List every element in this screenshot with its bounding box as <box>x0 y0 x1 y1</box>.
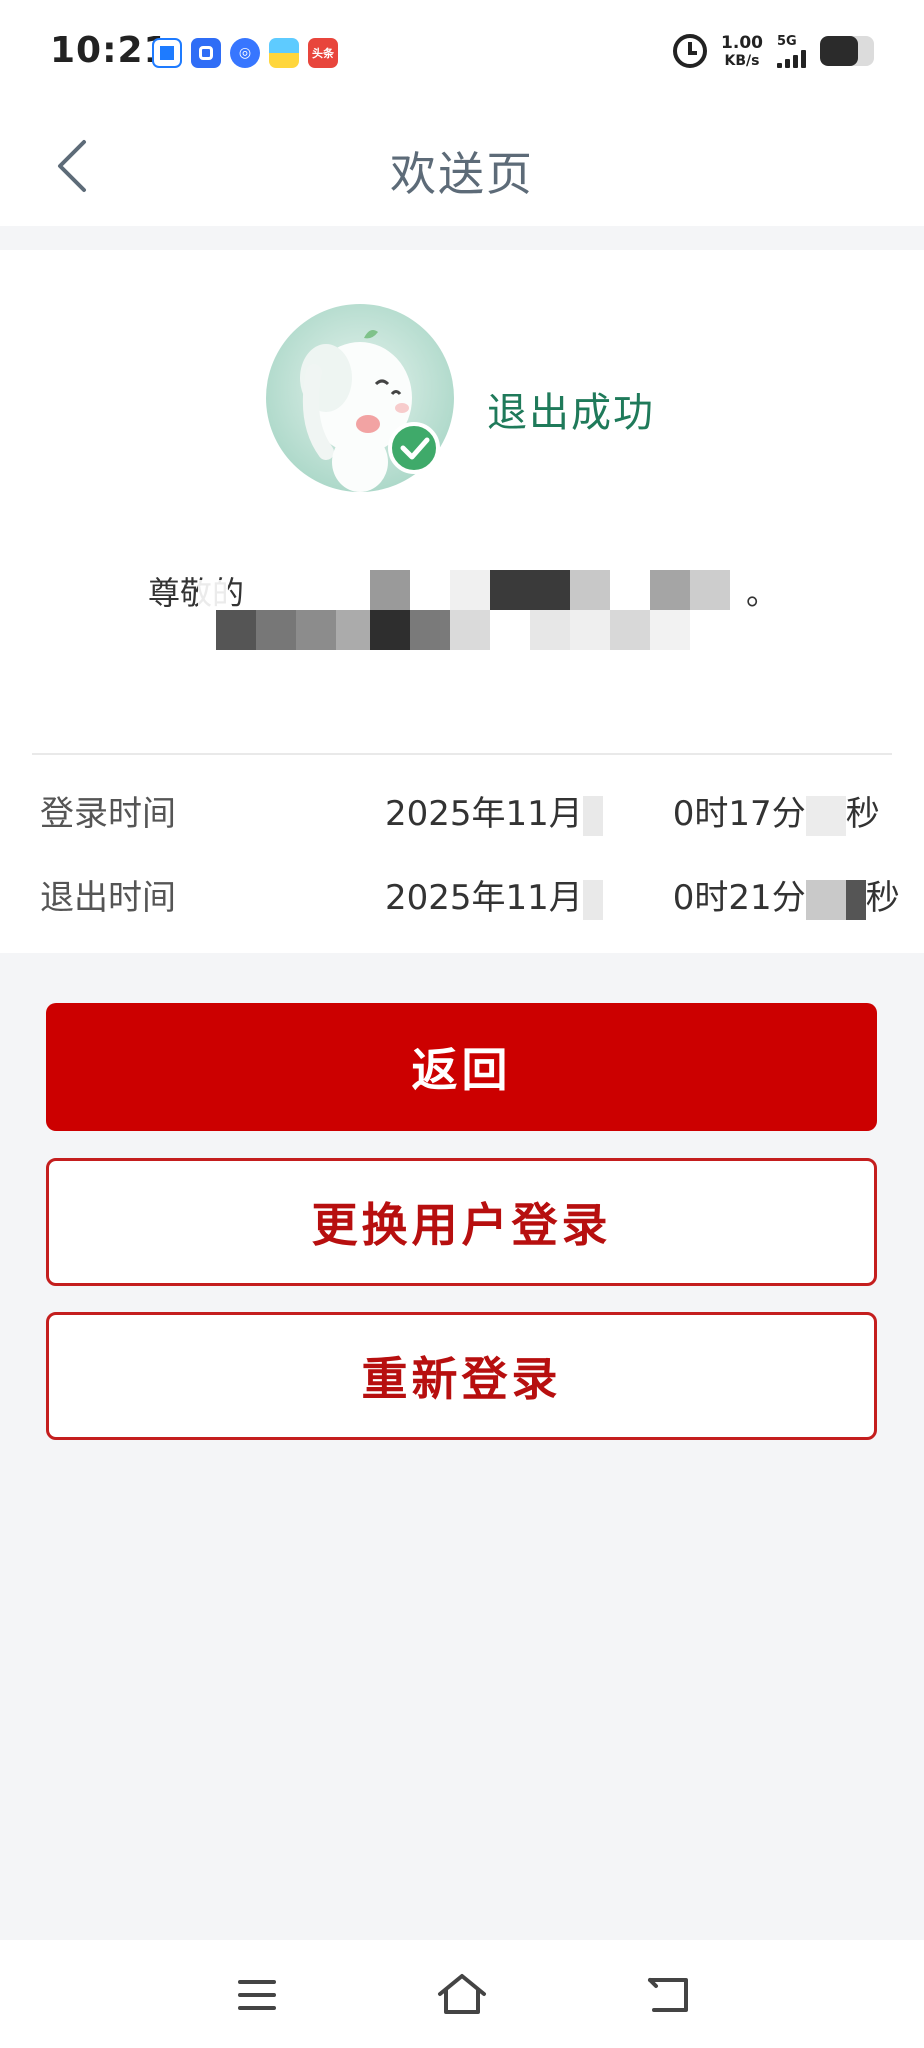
switch-user-login-button[interactable]: 更换用户登录 <box>46 1158 877 1286</box>
system-nav-bar <box>0 1940 924 2048</box>
network-speed-unit: KB/s <box>724 52 760 69</box>
redacted-mosaic <box>805 795 846 836</box>
toutiao-notification-icon: 头条 <box>308 38 338 68</box>
logout-result-card: 退出成功 尊敬的 。 登录时间 2025年11月 0时17分 秒 退出时间 20… <box>0 250 924 953</box>
return-button[interactable]: 返回 <box>46 1003 877 1131</box>
login-time-row: 登录时间 2025年11月 0时17分秒 <box>0 778 924 838</box>
network-speed-value: 1.00 <box>721 32 763 53</box>
nav-header: 欢送页 <box>0 110 924 226</box>
app-notification-icon <box>152 38 182 68</box>
signal-bars-icon <box>777 49 806 68</box>
relogin-button[interactable]: 重新登录 <box>46 1312 877 1440</box>
status-indicators: 1.00 KB/s 5G <box>673 34 874 68</box>
redacted-mosaic <box>582 795 603 836</box>
login-time-suffix: 秒 <box>845 794 880 834</box>
baidu-notification-icon: ◎ <box>230 38 260 68</box>
alarm-icon <box>673 34 708 68</box>
section-divider <box>32 753 892 755</box>
redacted-mosaic <box>582 879 603 920</box>
logout-time-suffix: 秒 <box>865 878 900 918</box>
home-icon[interactable] <box>436 1972 488 2016</box>
redacted-mosaic <box>845 879 866 920</box>
login-time-label: 登录时间 <box>40 794 176 834</box>
logout-time-value: 2025年11月 0时21分 秒 <box>385 870 900 920</box>
battery-level <box>820 36 858 66</box>
battery-icon <box>820 36 874 66</box>
redacted-mosaic <box>805 879 846 920</box>
redacted-name-mosaic <box>198 568 778 650</box>
network-type: 5G <box>777 33 797 49</box>
logout-time-label: 退出时间 <box>40 878 176 918</box>
logout-success-text: 退出成功 <box>487 390 655 436</box>
login-time-value: 2025年11月 0时17分秒 <box>385 786 880 836</box>
back-arrow-icon[interactable] <box>646 1974 690 2014</box>
login-time-clock: 0时17分 <box>672 794 806 834</box>
status-bar: 10:21 ◎ 头条 1.00 KB/s 5G <box>0 0 924 110</box>
browser-notification-icon <box>191 38 221 68</box>
greeting-text: 尊敬的 。 <box>148 568 788 650</box>
logout-time-clock: 0时21分 <box>672 878 806 918</box>
page: 10:21 ◎ 头条 1.00 KB/s 5G 欢送页 退出成功 尊敬的 。 登… <box>0 0 924 2048</box>
network-speed: 1.00 KB/s <box>721 32 763 69</box>
menu-icon[interactable] <box>236 1978 278 2012</box>
files-notification-icon <box>269 38 299 68</box>
redacted-gap <box>603 880 673 920</box>
logout-time-date: 2025年11月 <box>385 878 583 918</box>
login-time-date: 2025年11月 <box>385 794 583 834</box>
logout-time-row: 退出时间 2025年11月 0时21分 秒 <box>0 862 924 922</box>
signal-indicator: 5G <box>777 35 806 68</box>
page-title: 欢送页 <box>390 147 534 201</box>
notification-icons: ◎ 头条 <box>152 38 338 68</box>
elephant-mascot-icon <box>266 304 454 492</box>
redacted-gap <box>603 796 673 836</box>
